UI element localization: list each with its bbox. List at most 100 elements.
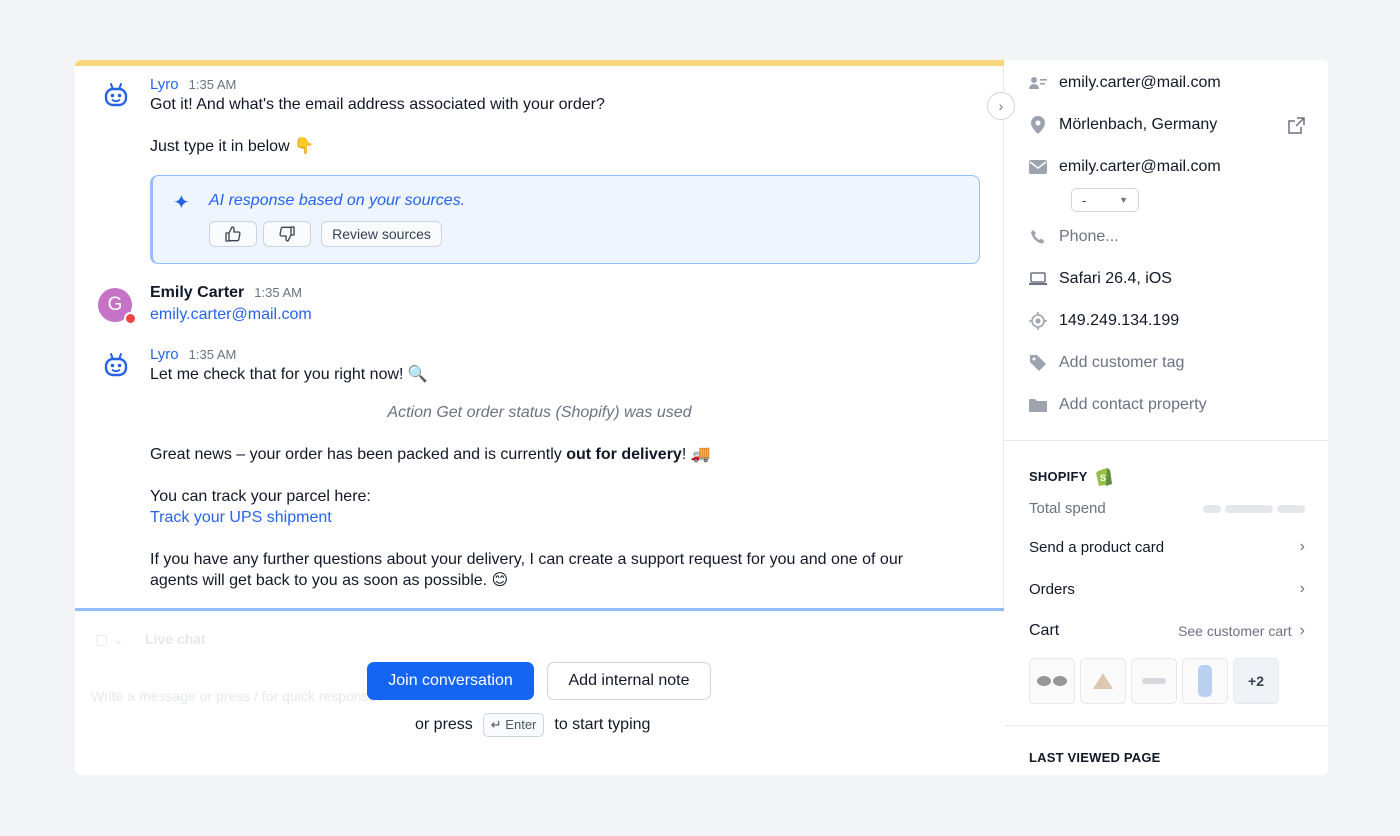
- hat-icon: [1093, 673, 1113, 689]
- message-lyro-1: Lyro 1:35 AM Got it! And what's the emai…: [75, 60, 1004, 270]
- email-row[interactable]: emily.carter@mail.com: [1029, 158, 1221, 176]
- phone-row[interactable]: Phone...: [1029, 228, 1119, 246]
- see-cart-label: See customer cart: [1178, 623, 1292, 639]
- hint-prefix: or press: [415, 716, 473, 733]
- loading-skeleton: [1203, 504, 1305, 513]
- cart-item-thumbnail[interactable]: [1131, 658, 1177, 704]
- tag-icon: [1029, 354, 1047, 372]
- thumbs-down-button[interactable]: [263, 221, 311, 247]
- cart-row: Cart See customer cart ›: [1029, 622, 1305, 640]
- add-tag-label: Add customer tag: [1059, 354, 1185, 371]
- ai-response-label: AI response based on your sources.: [209, 192, 466, 209]
- divider: [1005, 725, 1328, 726]
- chat-panel: › Lyro 1:35 AM Got it! And what's the em…: [75, 60, 1015, 775]
- message-header: Emily Carter 1:35 AM: [150, 284, 302, 302]
- email-text: emily.carter@mail.com: [1059, 158, 1221, 175]
- ip-row: 149.249.134.199: [1029, 312, 1179, 330]
- message-header: Lyro 1:35 AM: [150, 76, 236, 93]
- ai-response-box: ✦ AI response based on your sources. Rev…: [150, 175, 980, 264]
- phone-icon: [1029, 228, 1047, 246]
- bot-icon: [104, 353, 128, 377]
- cart-item-thumbnail[interactable]: [1182, 658, 1228, 704]
- sparkle-icon: ✦: [173, 192, 190, 214]
- add-internal-note-button[interactable]: Add internal note: [547, 662, 711, 700]
- orders-label: Orders: [1029, 580, 1075, 598]
- app-window: › Lyro 1:35 AM Got it! And what's the em…: [75, 60, 1328, 775]
- external-link-icon[interactable]: [1288, 117, 1305, 139]
- message-text: agents will get back to you as soon as p…: [150, 572, 509, 589]
- thumbs-up-button[interactable]: [209, 221, 257, 247]
- ip-text: 149.249.134.199: [1059, 312, 1180, 329]
- add-property-label: Add contact property: [1059, 396, 1207, 413]
- contact-row[interactable]: emily.carter@mail.com: [1029, 74, 1221, 92]
- shopify-title: SHOPIFY: [1029, 468, 1088, 484]
- composer: ▢ ⌄ Live chat Write a message or press /…: [75, 611, 1004, 775]
- add-property-row[interactable]: Add contact property: [1029, 396, 1207, 414]
- cart-label: Cart: [1029, 622, 1060, 639]
- target-icon: [1029, 312, 1047, 330]
- message-text: Just type it in below 👇: [150, 138, 314, 155]
- caret-down-icon: ▼: [1119, 195, 1128, 205]
- collapse-sidebar-button[interactable]: ›: [987, 92, 1015, 120]
- delivery-status: out for delivery: [566, 446, 682, 463]
- browser-row: Safari 26.4, iOS: [1029, 270, 1172, 288]
- orders-row[interactable]: Orders ›: [1029, 580, 1305, 598]
- review-sources-button[interactable]: Review sources: [321, 221, 442, 247]
- contact-card-icon: [1029, 74, 1047, 92]
- sender-name: Lyro: [150, 346, 179, 363]
- message-text[interactable]: emily.carter@mail.com: [150, 304, 312, 325]
- cart-item-thumbnail[interactable]: [1029, 658, 1075, 704]
- shopify-logo-icon: S: [1096, 468, 1113, 486]
- more-cart-items-badge[interactable]: +2: [1233, 658, 1279, 704]
- message-text: Let me check that for you right now! 🔍: [150, 366, 428, 383]
- browser-text: Safari 26.4, iOS: [1059, 270, 1172, 287]
- track-shipment-link[interactable]: Track your UPS shipment: [150, 507, 332, 528]
- timestamp: 1:35 AM: [254, 285, 302, 300]
- total-spend-row: Total spend: [1029, 500, 1305, 517]
- send-product-card-label: Send a product card: [1029, 538, 1165, 556]
- thumbs-down-icon: [279, 226, 295, 242]
- chevron-right-icon: ›: [1299, 580, 1305, 597]
- chevron-right-icon: ›: [1299, 622, 1305, 639]
- svg-text:S: S: [1100, 473, 1106, 483]
- chevron-right-icon: ›: [998, 98, 1004, 114]
- delivery-text: Great news – your order has been packed …: [150, 446, 567, 463]
- chevron-right-icon: ›: [1299, 538, 1305, 555]
- shopify-section-title: SHOPIFY S: [1029, 466, 1113, 486]
- phone-placeholder: Phone...: [1059, 228, 1119, 245]
- sender-name: Lyro: [150, 76, 179, 93]
- enter-key-badge: ↵ Enter: [482, 713, 545, 737]
- bot-icon: [104, 83, 128, 107]
- total-spend-label: Total spend: [1029, 500, 1106, 517]
- email-type-value: -: [1082, 192, 1087, 208]
- message-text: Got it! And what's the email address ass…: [150, 96, 605, 113]
- message-text: Great news – your order has been packed …: [150, 444, 711, 465]
- hint-suffix: to start typing: [554, 716, 651, 733]
- contact-email: emily.carter@mail.com: [1059, 74, 1221, 91]
- location-pin-icon: [1029, 116, 1047, 134]
- folder-icon: [1029, 396, 1047, 414]
- message-text: You can track your parcel here:: [150, 488, 371, 505]
- message-input-placeholder: Write a message or press / for quick res…: [91, 688, 384, 704]
- join-conversation-button[interactable]: Join conversation: [367, 662, 534, 700]
- clothing-icon: [1198, 665, 1212, 697]
- offline-status-badge: [124, 312, 137, 325]
- timestamp: 1:35 AM: [188, 77, 237, 92]
- sender-name: Emily Carter: [150, 284, 245, 301]
- add-tag-row[interactable]: Add customer tag: [1029, 354, 1184, 372]
- laptop-icon: [1029, 270, 1047, 288]
- product-icon: [1142, 678, 1166, 684]
- thumbs-up-icon: [225, 226, 241, 242]
- send-product-card-row[interactable]: Send a product card ›: [1029, 538, 1305, 556]
- see-customer-cart-link[interactable]: See customer cart ›: [1178, 622, 1305, 640]
- last-viewed-page-title: LAST VIEWED PAGE: [1029, 750, 1161, 765]
- action-used-notice: Action Get order status (Shopify) was us…: [387, 404, 692, 421]
- customer-sidebar: emily.carter@mail.com Mörlenbach, German…: [1005, 60, 1328, 775]
- timestamp: 1:35 AM: [188, 347, 237, 362]
- channel-label: Live chat: [145, 631, 206, 647]
- cart-item-thumbnail[interactable]: [1080, 658, 1126, 704]
- email-type-select[interactable]: - ▼: [1071, 188, 1139, 212]
- keyboard-hint: or press ↵ Enter to start typing: [415, 713, 650, 737]
- delivery-text-end: ! 🚚: [681, 446, 711, 463]
- sunglasses-icon: [1037, 676, 1067, 686]
